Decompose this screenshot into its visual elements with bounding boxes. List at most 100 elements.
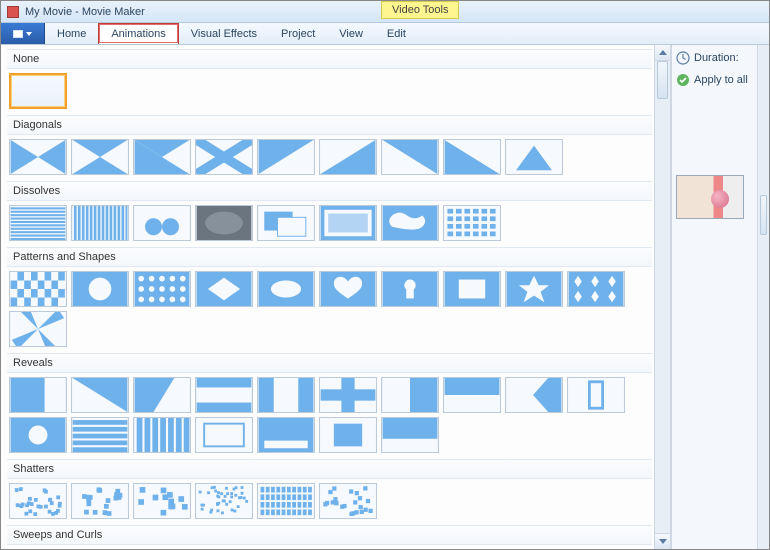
transition-thumbnail[interactable] xyxy=(133,271,191,307)
check-icon xyxy=(676,73,690,87)
transition-thumbnail[interactable] xyxy=(9,205,67,241)
transition-thumbnail[interactable] xyxy=(443,271,501,307)
transition-thumbnail[interactable] xyxy=(257,377,315,413)
transitions-gallery-wrap: None Diagonals Dissolves Patterns and Shape… xyxy=(1,45,671,549)
contextual-tab-video-tools[interactable]: Video Tools xyxy=(381,1,459,19)
tab-project[interactable]: Project xyxy=(269,23,327,44)
chevron-up-icon xyxy=(659,50,667,55)
panel-scroll-thumb[interactable] xyxy=(760,195,767,235)
title-bar: My Movie - Movie Maker Video Tools xyxy=(1,1,769,23)
transition-thumbnail[interactable] xyxy=(195,139,253,175)
category-row xyxy=(7,201,652,245)
transition-thumbnail[interactable] xyxy=(381,377,439,413)
transition-thumbnail[interactable] xyxy=(9,271,67,307)
transition-thumbnail[interactable] xyxy=(9,377,67,413)
transition-thumbnail[interactable] xyxy=(195,377,253,413)
transition-thumbnail[interactable] xyxy=(195,271,253,307)
transition-thumbnail[interactable] xyxy=(9,417,67,453)
transition-thumbnail[interactable] xyxy=(319,483,377,519)
transition-thumbnail[interactable] xyxy=(381,271,439,307)
category-row xyxy=(7,267,652,351)
transition-thumbnail[interactable] xyxy=(257,139,315,175)
category-row xyxy=(7,545,652,549)
transition-thumbnail[interactable] xyxy=(443,139,501,175)
transition-thumbnail[interactable] xyxy=(257,483,315,519)
category-header: Sweeps and Curls xyxy=(7,525,652,545)
transition-thumbnail[interactable] xyxy=(319,139,377,175)
transition-thumbnail[interactable] xyxy=(133,205,191,241)
duration-label: Duration: xyxy=(694,52,739,64)
transition-thumbnail[interactable] xyxy=(567,377,625,413)
apply-to-all-label: Apply to all xyxy=(694,74,748,86)
transition-thumbnail[interactable] xyxy=(505,271,563,307)
preview-content xyxy=(711,190,729,208)
scroll-up-button[interactable] xyxy=(655,45,670,61)
transition-thumbnail[interactable] xyxy=(381,417,439,453)
clip-preview-thumbnail[interactable] xyxy=(676,175,744,219)
file-icon xyxy=(13,30,23,38)
transition-thumbnail[interactable] xyxy=(443,205,501,241)
file-menu-button[interactable] xyxy=(1,23,45,44)
transition-thumbnail[interactable] xyxy=(133,417,191,453)
transition-thumbnail[interactable] xyxy=(71,271,129,307)
category-header: None xyxy=(7,49,652,69)
tab-view[interactable]: View xyxy=(327,23,375,44)
category-header: Patterns and Shapes xyxy=(7,247,652,267)
transition-thumbnail[interactable] xyxy=(71,483,129,519)
scroll-down-button[interactable] xyxy=(655,533,670,549)
gallery-scrollbar[interactable] xyxy=(654,45,670,549)
category-row xyxy=(7,135,652,179)
transition-thumbnail[interactable] xyxy=(71,139,129,175)
app-icon xyxy=(7,6,19,18)
transition-thumbnail[interactable] xyxy=(257,417,315,453)
transition-thumbnail[interactable] xyxy=(505,139,563,175)
transition-thumbnail[interactable] xyxy=(443,377,501,413)
transition-thumbnail[interactable] xyxy=(319,377,377,413)
transition-thumbnail[interactable] xyxy=(9,483,67,519)
transition-thumbnail[interactable] xyxy=(381,205,439,241)
transitions-gallery: None Diagonals Dissolves Patterns and Shape… xyxy=(1,45,654,549)
transition-thumbnail[interactable] xyxy=(71,205,129,241)
category-row xyxy=(7,479,652,523)
tab-home[interactable]: Home xyxy=(45,23,98,44)
transition-thumbnail[interactable] xyxy=(257,271,315,307)
tab-edit[interactable]: Edit xyxy=(375,23,418,44)
transition-thumbnail[interactable] xyxy=(133,483,191,519)
category-row xyxy=(7,373,652,457)
transition-thumbnail[interactable] xyxy=(195,417,253,453)
duration-control[interactable]: Duration: xyxy=(676,51,753,65)
chevron-down-icon xyxy=(26,32,32,36)
transition-thumbnail[interactable] xyxy=(133,139,191,175)
transition-thumbnail[interactable] xyxy=(71,377,129,413)
transition-thumbnail[interactable] xyxy=(9,73,67,109)
transition-thumbnail[interactable] xyxy=(133,377,191,413)
chevron-down-icon xyxy=(659,539,667,544)
transition-thumbnail[interactable] xyxy=(195,483,253,519)
category-row xyxy=(7,69,652,113)
transition-thumbnail[interactable] xyxy=(9,311,67,347)
tab-animations[interactable]: Animations xyxy=(98,23,178,44)
transition-thumbnail[interactable] xyxy=(319,417,377,453)
category-header: Shatters xyxy=(7,459,652,479)
scroll-thumb[interactable] xyxy=(657,61,668,99)
category-header: Diagonals xyxy=(7,115,652,135)
clock-icon xyxy=(676,51,690,65)
transition-thumbnail[interactable] xyxy=(319,205,377,241)
transition-thumbnail[interactable] xyxy=(319,271,377,307)
transition-thumbnail[interactable] xyxy=(257,205,315,241)
transition-thumbnail[interactable] xyxy=(9,139,67,175)
transition-thumbnail[interactable] xyxy=(195,205,253,241)
window-title: My Movie - Movie Maker xyxy=(25,6,145,18)
options-panel: Duration: Apply to all xyxy=(671,45,757,549)
category-header: Dissolves xyxy=(7,181,652,201)
transition-thumbnail[interactable] xyxy=(381,139,439,175)
workspace: None Diagonals Dissolves Patterns and Shape… xyxy=(1,45,769,549)
transition-thumbnail[interactable] xyxy=(567,271,625,307)
scroll-track[interactable] xyxy=(655,61,670,533)
category-header: Reveals xyxy=(7,353,652,373)
panel-scrollbar[interactable] xyxy=(757,45,769,549)
apply-to-all-button[interactable]: Apply to all xyxy=(676,73,753,87)
transition-thumbnail[interactable] xyxy=(71,417,129,453)
transition-thumbnail[interactable] xyxy=(505,377,563,413)
tab-visual-effects[interactable]: Visual Effects xyxy=(179,23,269,44)
